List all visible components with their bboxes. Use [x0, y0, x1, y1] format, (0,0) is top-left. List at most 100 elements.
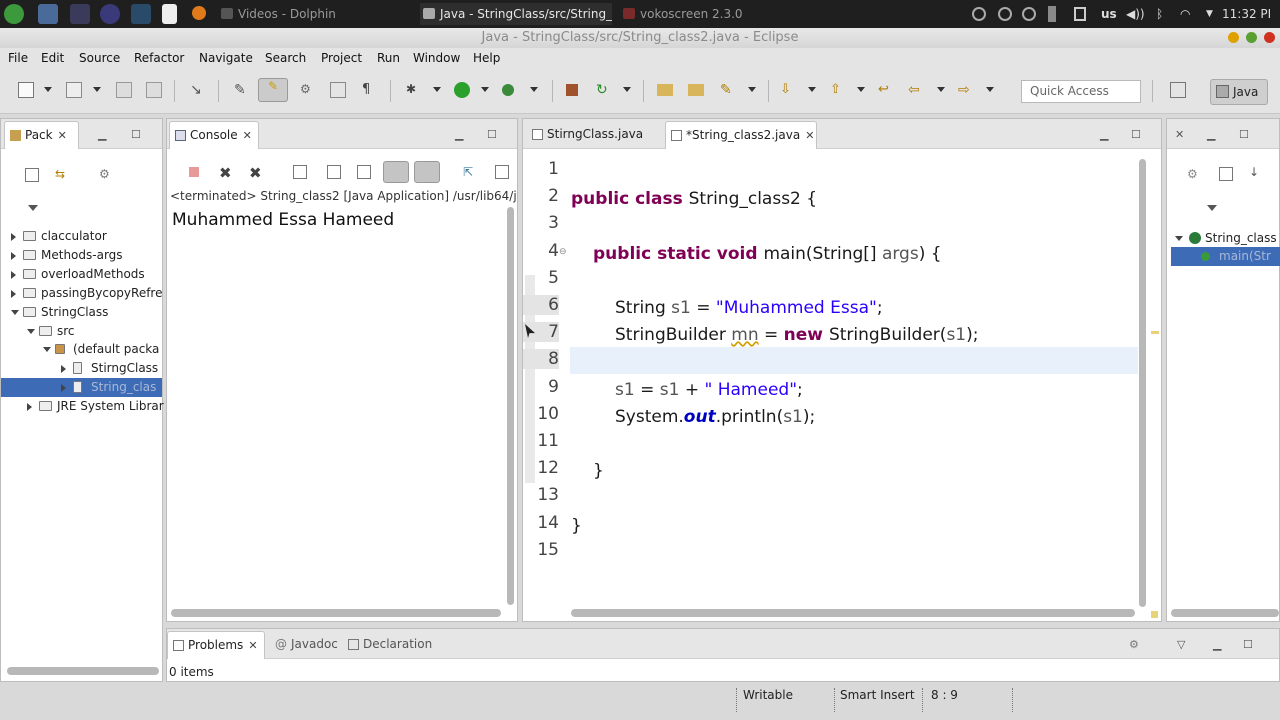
quick-access-input[interactable]: Quick Access — [1021, 80, 1141, 103]
pin-console-icon[interactable]: ⇱ — [463, 165, 477, 179]
coverage-icon[interactable] — [502, 84, 514, 96]
expand-icon[interactable] — [11, 289, 16, 298]
expand-icon[interactable] — [11, 270, 16, 279]
code-line-12[interactable]: } — [593, 461, 604, 481]
tree-item[interactable]: StirngClass — [1, 359, 162, 378]
launcher-icon[interactable] — [4, 4, 24, 24]
toggle-icon[interactable]: ⚙ — [300, 82, 316, 98]
scroll-lock-icon[interactable] — [327, 165, 341, 179]
open-dropdown-icon[interactable] — [93, 87, 101, 92]
view-dropdown-icon[interactable]: ▽ — [1177, 638, 1185, 651]
open-type-icon[interactable] — [66, 82, 82, 98]
terminal-icon[interactable] — [70, 4, 90, 24]
task-eclipse[interactable]: Java - StringClass/src/String_ — [420, 3, 612, 25]
link-with-editor-icon[interactable]: ⇆ — [55, 167, 69, 181]
skip-breakpoints-icon[interactable]: ↘ — [190, 82, 206, 98]
tree-item[interactable]: JRE System Librar — [1, 397, 164, 416]
task-dolphin[interactable]: Videos - Dolphin — [218, 3, 413, 25]
tree-item[interactable]: StringClass — [1, 303, 162, 322]
maximize-view-icon[interactable]: ☐ — [487, 128, 497, 141]
prev-annotation-dropdown-icon[interactable] — [857, 87, 865, 92]
maximize-window-icon[interactable] — [1246, 32, 1257, 43]
tray-menu-icon[interactable]: ▼ — [1206, 4, 1213, 24]
menu-run[interactable]: Run — [377, 51, 400, 65]
refresh-dropdown-icon[interactable] — [623, 87, 631, 92]
menu-refactor[interactable]: Refactor — [134, 51, 184, 65]
close-tab-icon[interactable]: ✕ — [805, 129, 814, 142]
back-dropdown-icon[interactable] — [937, 87, 945, 92]
open-perspective-icon[interactable] — [1170, 82, 1186, 98]
remove-launch-icon[interactable]: ✖ — [219, 164, 233, 182]
app-launcher-icon[interactable] — [38, 4, 58, 24]
ide-icon[interactable] — [131, 4, 151, 24]
save-icon[interactable] — [116, 82, 132, 98]
save-all-icon[interactable] — [146, 82, 162, 98]
code-line-7[interactable]: StringBuilder mn = new StringBuilder(s1)… — [615, 325, 979, 345]
open-task-icon[interactable] — [688, 84, 704, 96]
next-annotation-dropdown-icon[interactable] — [808, 87, 816, 92]
terminate-icon[interactable] — [189, 167, 199, 177]
expand-icon[interactable] — [1175, 236, 1183, 241]
code-line-6[interactable]: String s1 = "Muhammed Essa"; — [615, 298, 883, 318]
minimize-view-icon[interactable]: ▁ — [1207, 128, 1215, 141]
open-folder-icon[interactable] — [657, 84, 673, 96]
menu-search[interactable]: Search — [265, 51, 306, 65]
tree-item[interactable]: Methods-args — [1, 246, 162, 265]
pause-icon[interactable] — [998, 7, 1012, 21]
collapse-icon[interactable] — [27, 328, 35, 334]
fold-icon[interactable]: ⊖ — [559, 247, 567, 257]
network-icon[interactable] — [1048, 6, 1056, 22]
remove-all-icon[interactable]: ✖ — [249, 164, 263, 182]
volume-icon[interactable]: ◀)) — [1126, 4, 1145, 24]
app-icon[interactable] — [100, 4, 120, 24]
tab-console[interactable]: Console ✕ — [169, 121, 259, 149]
open-console-icon[interactable] — [495, 165, 509, 179]
coverage-dropdown-icon[interactable] — [530, 87, 538, 92]
filter-dropdown-icon[interactable] — [28, 205, 38, 211]
outline-hscrollbar[interactable] — [1171, 609, 1279, 617]
maximize-view-icon[interactable]: ☐ — [131, 128, 141, 141]
tree-item[interactable]: passingBycopyRefre — [1, 284, 162, 303]
tab-javadoc[interactable]: @ Javadoc — [271, 631, 341, 659]
view-menu-icon[interactable]: ⚙ — [99, 167, 113, 181]
hide-static-icon[interactable]: ↓ — [1249, 165, 1263, 179]
console-vscrollbar[interactable] — [507, 207, 514, 605]
pin-icon[interactable]: ✎ — [234, 82, 250, 98]
next-annotation-icon[interactable]: ⇩ — [780, 82, 796, 98]
prev-annotation-icon[interactable]: ⇧ — [830, 82, 846, 98]
clear-console-icon[interactable] — [293, 165, 307, 179]
show-whitespace-icon[interactable]: ¶ — [362, 82, 378, 98]
expand-icon[interactable] — [11, 233, 16, 241]
forward-dropdown-icon[interactable] — [986, 87, 994, 92]
expand-icon[interactable] — [61, 365, 66, 374]
close-tab-icon[interactable]: ✕ — [58, 129, 67, 142]
expand-icon[interactable] — [11, 251, 16, 260]
outline-item-class[interactable]: String_class — [1175, 229, 1280, 248]
maximize-view-icon[interactable]: ☐ — [1239, 128, 1249, 141]
menu-edit[interactable]: Edit — [41, 51, 64, 65]
hide-fields-icon[interactable] — [1219, 167, 1233, 181]
close-tab-icon[interactable]: ✕ — [248, 639, 257, 652]
sort-icon[interactable]: ⚙ — [1187, 167, 1201, 181]
forward-icon[interactable]: ⇨ — [958, 82, 974, 98]
search-dropdown-icon[interactable] — [748, 87, 756, 92]
run-dropdown-icon[interactable] — [481, 87, 489, 92]
expand-icon[interactable] — [27, 403, 32, 412]
tree-item[interactable]: String_clas — [1, 378, 162, 398]
menu-window[interactable]: Window — [413, 51, 460, 65]
close-view-icon[interactable]: ✕ — [1175, 128, 1184, 141]
collapse-icon[interactable] — [43, 347, 51, 353]
console-hscrollbar[interactable] — [171, 609, 501, 617]
stop-icon[interactable] — [1022, 7, 1036, 21]
menu-project[interactable]: Project — [321, 51, 362, 65]
tab-declaration[interactable]: Declaration — [343, 631, 439, 659]
document-icon[interactable] — [162, 4, 177, 24]
word-wrap-icon[interactable] — [357, 165, 371, 179]
tree-item[interactable]: clacculator — [1, 227, 162, 246]
outline-item-method[interactable]: main(Str — [1171, 247, 1280, 266]
run-icon[interactable] — [454, 82, 470, 98]
minimize-view-icon[interactable]: ▁ — [1213, 638, 1221, 651]
tree-item[interactable]: overloadMethods — [1, 265, 162, 284]
new-icon[interactable] — [18, 82, 34, 98]
tree-scrollbar[interactable] — [7, 667, 159, 675]
